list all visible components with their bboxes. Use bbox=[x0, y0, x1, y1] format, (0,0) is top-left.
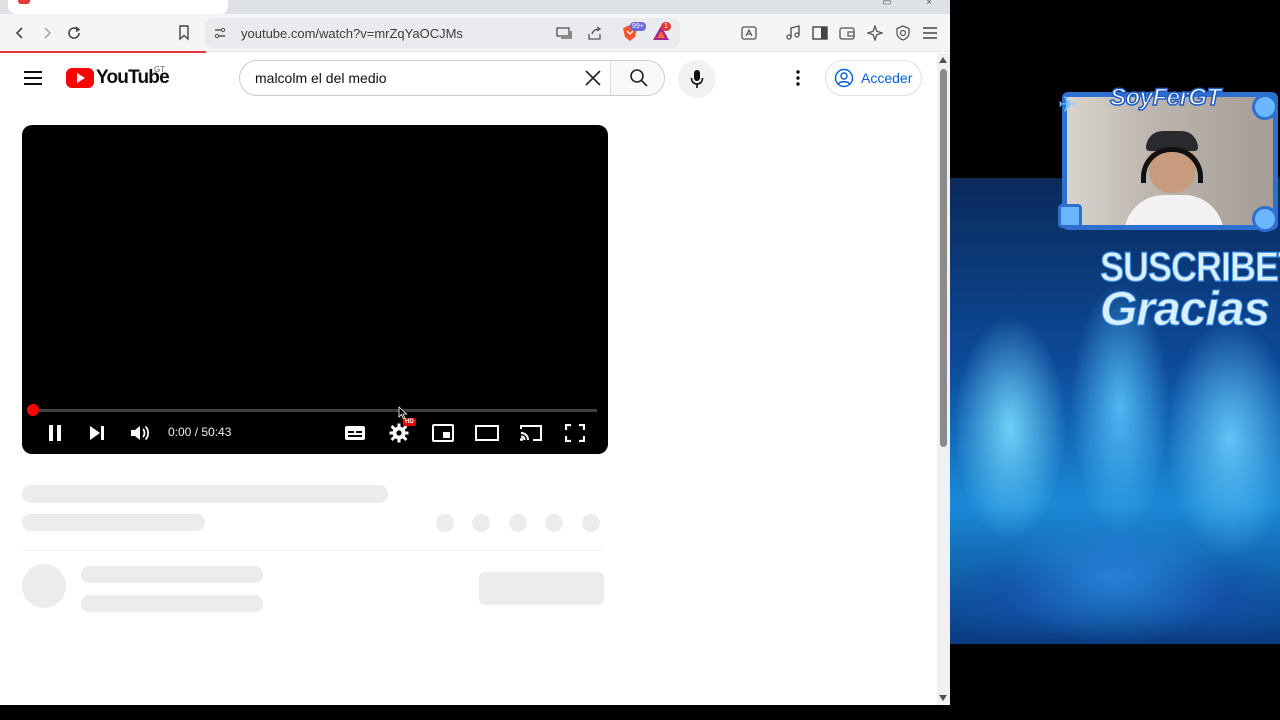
next-button[interactable] bbox=[84, 420, 110, 446]
action-skeleton bbox=[472, 514, 490, 532]
mouse-cursor-icon bbox=[398, 406, 408, 420]
subtitles-button[interactable] bbox=[342, 420, 368, 446]
avatar-skeleton bbox=[22, 564, 66, 608]
fullscreen-button[interactable] bbox=[562, 420, 588, 446]
back-icon[interactable] bbox=[10, 23, 30, 43]
search-box bbox=[239, 60, 665, 96]
country-code: GT bbox=[154, 65, 166, 74]
rewards-count-badge: 1 bbox=[661, 22, 671, 31]
divider bbox=[22, 550, 604, 551]
webcam-feed bbox=[1062, 92, 1278, 230]
youtube-play-logo-icon bbox=[66, 68, 94, 88]
search-input[interactable] bbox=[240, 61, 610, 95]
screen: ▭ × youtube.com/watch?v=mrZqYaOCJMs 99+ … bbox=[0, 0, 1280, 720]
restore-window-icon[interactable]: ▭ bbox=[880, 0, 894, 8]
scroll-up-icon[interactable] bbox=[939, 57, 947, 63]
browser-window: ▭ × youtube.com/watch?v=mrZqYaOCJMs 99+ … bbox=[0, 0, 950, 705]
action-skeleton bbox=[582, 514, 600, 532]
theater-mode-button[interactable] bbox=[474, 420, 500, 446]
sidebar-icon[interactable] bbox=[810, 23, 830, 43]
title-skeleton bbox=[22, 485, 388, 503]
volume-button[interactable] bbox=[127, 420, 153, 446]
thanks-text: Gracias bbox=[1099, 283, 1270, 337]
pause-icon bbox=[49, 425, 61, 441]
search-button[interactable] bbox=[610, 61, 664, 95]
cast-icon bbox=[520, 425, 542, 441]
tab-strip: ▭ × bbox=[0, 0, 950, 14]
wallet-icon[interactable] bbox=[837, 23, 857, 43]
leo-ai-icon[interactable] bbox=[865, 23, 885, 43]
suitcase-icon bbox=[1058, 204, 1082, 228]
channel-skeleton bbox=[81, 566, 263, 583]
account-circle-icon bbox=[834, 68, 854, 88]
browser-toolbar: youtube.com/watch?v=mrZqYaOCJMs 99+ 1 bbox=[0, 14, 950, 52]
share-icon[interactable] bbox=[586, 24, 604, 42]
close-window-icon[interactable]: × bbox=[922, 0, 936, 8]
scroll-thumb[interactable] bbox=[940, 69, 947, 447]
signin-label: Acceder bbox=[861, 70, 913, 86]
shields-count-badge: 99+ bbox=[630, 22, 646, 31]
reader-mode-icon[interactable] bbox=[739, 23, 759, 43]
streamer bbox=[1124, 117, 1224, 225]
next-track-icon bbox=[90, 426, 104, 440]
search-icon bbox=[629, 69, 648, 87]
pause-button[interactable] bbox=[42, 420, 68, 446]
browser-tab[interactable] bbox=[8, 0, 228, 14]
cast-media-icon[interactable] bbox=[555, 24, 573, 42]
globe-icon bbox=[1252, 94, 1278, 120]
miniplayer-button[interactable] bbox=[430, 420, 456, 446]
forward-icon[interactable] bbox=[37, 23, 57, 43]
video-player[interactable]: 0:00 / 50:43 HD bbox=[22, 125, 608, 454]
signin-button[interactable]: Acceder bbox=[825, 60, 922, 96]
action-skeleton bbox=[545, 514, 563, 532]
clear-search-icon[interactable] bbox=[583, 68, 603, 88]
channel-name: SoyFerGT bbox=[1109, 83, 1222, 112]
vpn-icon[interactable] bbox=[893, 23, 913, 43]
reload-icon[interactable] bbox=[64, 23, 84, 43]
theater-mode-icon bbox=[475, 425, 499, 441]
subscribe-button-skeleton bbox=[479, 572, 604, 605]
page-scrollbar[interactable] bbox=[937, 53, 950, 705]
action-skeleton bbox=[509, 514, 527, 532]
subtitles-icon bbox=[345, 426, 365, 440]
volume-icon bbox=[131, 425, 150, 441]
site-settings-icon[interactable] bbox=[211, 24, 229, 42]
progress-scrubber[interactable] bbox=[27, 404, 39, 416]
more-options-icon[interactable] bbox=[787, 67, 809, 89]
address-bar[interactable]: youtube.com/watch?v=mrZqYaOCJMs bbox=[205, 18, 680, 48]
bookmark-icon[interactable] bbox=[174, 23, 194, 43]
music-icon[interactable] bbox=[783, 23, 803, 43]
globe-icon bbox=[1252, 206, 1278, 232]
progress-bar[interactable] bbox=[33, 409, 597, 412]
microphone-icon bbox=[690, 70, 704, 88]
main-menu-icon[interactable] bbox=[920, 23, 940, 43]
youtube-page: YouTube GT Acceder bbox=[0, 53, 937, 705]
miniplayer-icon bbox=[432, 424, 454, 442]
scroll-down-icon[interactable] bbox=[939, 695, 947, 701]
subscribers-skeleton bbox=[81, 595, 263, 612]
meta-skeleton bbox=[22, 514, 205, 531]
voice-search-button[interactable] bbox=[678, 60, 716, 98]
cast-button[interactable] bbox=[518, 420, 544, 446]
fullscreen-icon bbox=[565, 424, 585, 442]
url-text[interactable]: youtube.com/watch?v=mrZqYaOCJMs bbox=[241, 26, 463, 41]
time-display: 0:00 / 50:43 bbox=[168, 425, 232, 439]
guide-menu-icon[interactable] bbox=[22, 67, 44, 89]
action-skeleton bbox=[436, 514, 454, 532]
youtube-favicon-icon bbox=[18, 0, 30, 4]
stream-overlay: ✈ SoyFerGT SUSCRIBETE Gracias bbox=[950, 0, 1280, 720]
gear-icon bbox=[389, 423, 409, 443]
airplane-icon: ✈ bbox=[1058, 92, 1077, 117]
